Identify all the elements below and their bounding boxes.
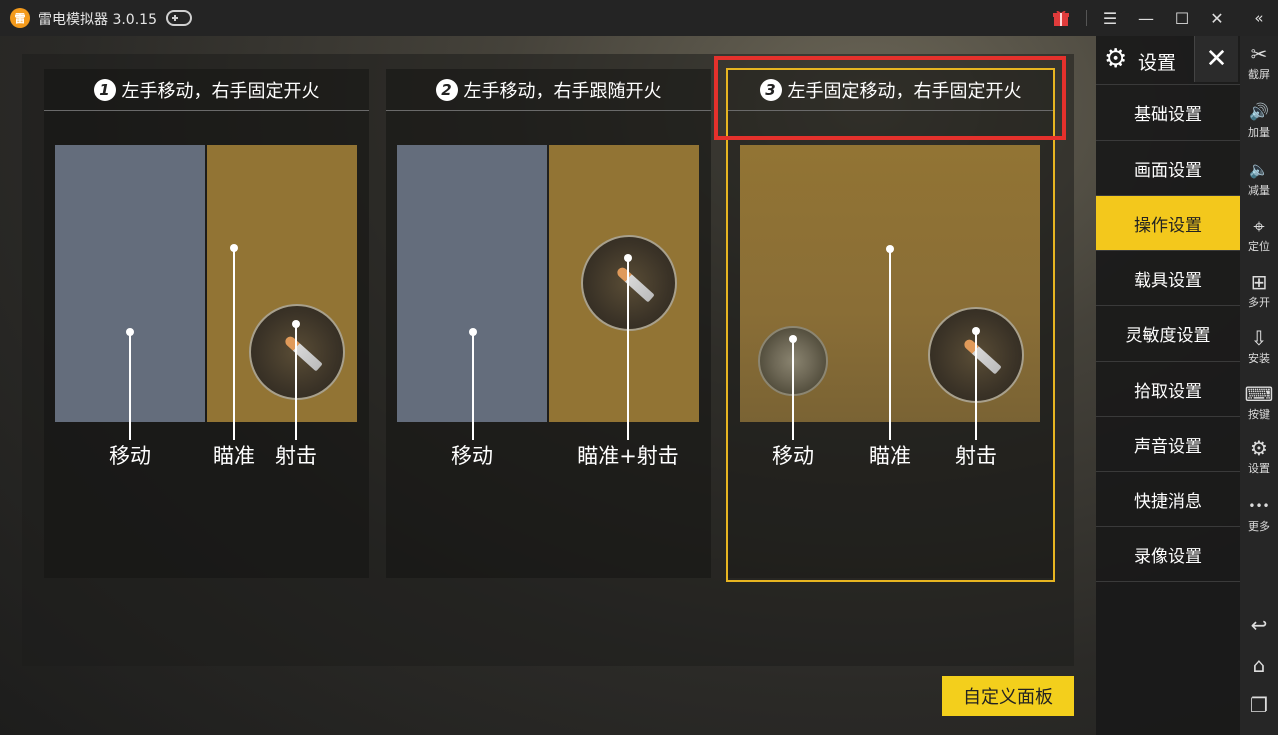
collapse-sidebar-button[interactable]: « — [1247, 6, 1271, 30]
fire-pointer-line — [975, 331, 977, 440]
bullet-icon — [283, 334, 323, 372]
menu-item-recording[interactable]: 录像设置 — [1096, 526, 1240, 581]
aim-fire-pointer-line — [627, 258, 629, 440]
location-button[interactable]: ⌖ 定位 — [1240, 214, 1278, 270]
apk-install-icon: ⇩ — [1250, 326, 1268, 350]
menu-button[interactable]: ☰ — [1098, 6, 1122, 30]
home-button[interactable]: ⌂ — [1240, 650, 1278, 680]
keymapping-button[interactable]: ⌨ 按键 — [1240, 382, 1278, 438]
menu-item-controls[interactable]: 操作设置 — [1096, 195, 1240, 250]
title-separator — [1086, 10, 1087, 26]
multi-instance-button[interactable]: ⊞ 多开 — [1240, 270, 1278, 326]
menu-item-basic[interactable]: 基础设置 — [1096, 84, 1240, 139]
card-title-text: 左手固定移动，右手固定开火 — [787, 80, 1022, 102]
control-mode-card-3[interactable]: 3 左手固定移动，右手固定开火 移动 瞄准 射击 — [728, 69, 1053, 578]
menu-item-quick-messages[interactable]: 快捷消息 — [1096, 471, 1240, 526]
menu-item-vehicle[interactable]: 载具设置 — [1096, 250, 1240, 305]
volume-down-button[interactable]: 🔈 减量 — [1240, 158, 1278, 214]
custom-panel-button[interactable]: 自定义面板 — [942, 676, 1074, 716]
aim-fire-button — [581, 235, 677, 331]
move-pointer-line — [472, 332, 474, 440]
close-settings-button[interactable]: ✕ — [1194, 36, 1238, 82]
mode-number-badge: 2 — [435, 78, 458, 101]
bullet-icon — [615, 265, 655, 303]
menu-divider — [1096, 581, 1240, 582]
gift-icon[interactable] — [1049, 6, 1073, 30]
volume-down-icon: 🔈 — [1249, 160, 1269, 179]
move-pointer-line — [792, 339, 794, 440]
scissors-icon: ✂ — [1250, 42, 1268, 66]
gear-icon: ⚙ — [1104, 44, 1128, 74]
card-title: 1 左手移动，右手固定开火 — [44, 69, 369, 111]
more-button[interactable]: ••• 更多 — [1240, 494, 1278, 550]
menu-item-pickup[interactable]: 拾取设置 — [1096, 361, 1240, 416]
menu-item-sensitivity[interactable]: 灵敏度设置 — [1096, 305, 1240, 360]
card-title: 3 左手固定移动，右手固定开火 — [728, 69, 1053, 111]
card-title-text: 左手移动，右手固定开火 — [121, 80, 320, 102]
keyboard-icon: ⌨ — [1244, 382, 1274, 406]
control-mode-card-2[interactable]: 2 左手移动，右手跟随开火 移动 瞄准+射击 — [386, 69, 711, 578]
multi-window-icon: ⊞ — [1250, 270, 1268, 294]
volume-up-button[interactable]: 🔊 加量 — [1240, 100, 1278, 156]
minimize-button[interactable]: — — [1134, 6, 1158, 30]
settings-button[interactable]: ⚙ 设置 — [1240, 436, 1278, 492]
label-move: 移动 — [451, 444, 493, 468]
app-title: 雷电模拟器 3.0.15 — [38, 12, 157, 28]
maximize-button[interactable]: ☐ — [1170, 6, 1194, 30]
location-icon: ⌖ — [1253, 214, 1265, 238]
settings-panel: ⚙ 设置 ✕ 基础设置 画面设置 操作设置 载具设置 灵敏度设置 拾取设置 声音… — [1096, 36, 1240, 735]
label-aim-fire: 瞄准+射击 — [577, 444, 679, 468]
emulator-toolbar: ✂ 截屏 🔊 加量 🔈 减量 ⌖ 定位 ⊞ 多开 ⇩ 安装 ⌨ 按键 ⚙ 设置 ••• 更多 ↩ … — [1240, 36, 1278, 735]
menu-item-display[interactable]: 画面设置 — [1096, 140, 1240, 195]
label-aim: 瞄准 — [869, 444, 911, 468]
fire-button — [249, 304, 345, 400]
label-aim: 瞄准 — [213, 444, 255, 468]
screenshot-button[interactable]: ✂ 截屏 — [1240, 42, 1278, 98]
settings-header: ⚙ 设置 ✕ — [1096, 36, 1240, 82]
install-apk-button[interactable]: ⇩ 安装 — [1240, 326, 1278, 382]
label-fire: 射击 — [275, 444, 317, 468]
recent-apps-button[interactable]: ❐ — [1240, 690, 1278, 720]
gear-icon: ⚙ — [1250, 436, 1268, 460]
aim-pointer-line — [233, 248, 235, 440]
back-button[interactable]: ↩ — [1240, 610, 1278, 640]
label-move: 移动 — [772, 444, 814, 468]
app-logo: 雷 — [10, 8, 30, 28]
more-dots-icon: ••• — [1248, 499, 1270, 513]
mode-number-badge: 1 — [93, 78, 116, 101]
control-mode-card-1[interactable]: 1 左手移动，右手固定开火 移动 瞄准 射击 — [44, 69, 369, 578]
menu-item-audio[interactable]: 声音设置 — [1096, 416, 1240, 471]
settings-title: 设置 — [1138, 52, 1177, 74]
label-move: 移动 — [109, 444, 151, 468]
close-window-button[interactable]: ✕ — [1205, 6, 1229, 30]
label-fire: 射击 — [955, 444, 997, 468]
mode-number-badge: 3 — [759, 78, 782, 101]
gamepad-icon[interactable] — [166, 10, 192, 26]
fire-pointer-line — [295, 324, 297, 440]
bullet-icon — [962, 337, 1002, 375]
aim-pointer-line — [889, 249, 891, 440]
card-title-text: 左手移动，右手跟随开火 — [463, 80, 662, 102]
title-bar: 雷 雷电模拟器 3.0.15 ☰ — ☐ ✕ « — [0, 0, 1278, 36]
card-title: 2 左手移动，右手跟随开火 — [386, 69, 711, 111]
move-pointer-line — [129, 332, 131, 440]
volume-up-icon: 🔊 — [1249, 102, 1269, 121]
